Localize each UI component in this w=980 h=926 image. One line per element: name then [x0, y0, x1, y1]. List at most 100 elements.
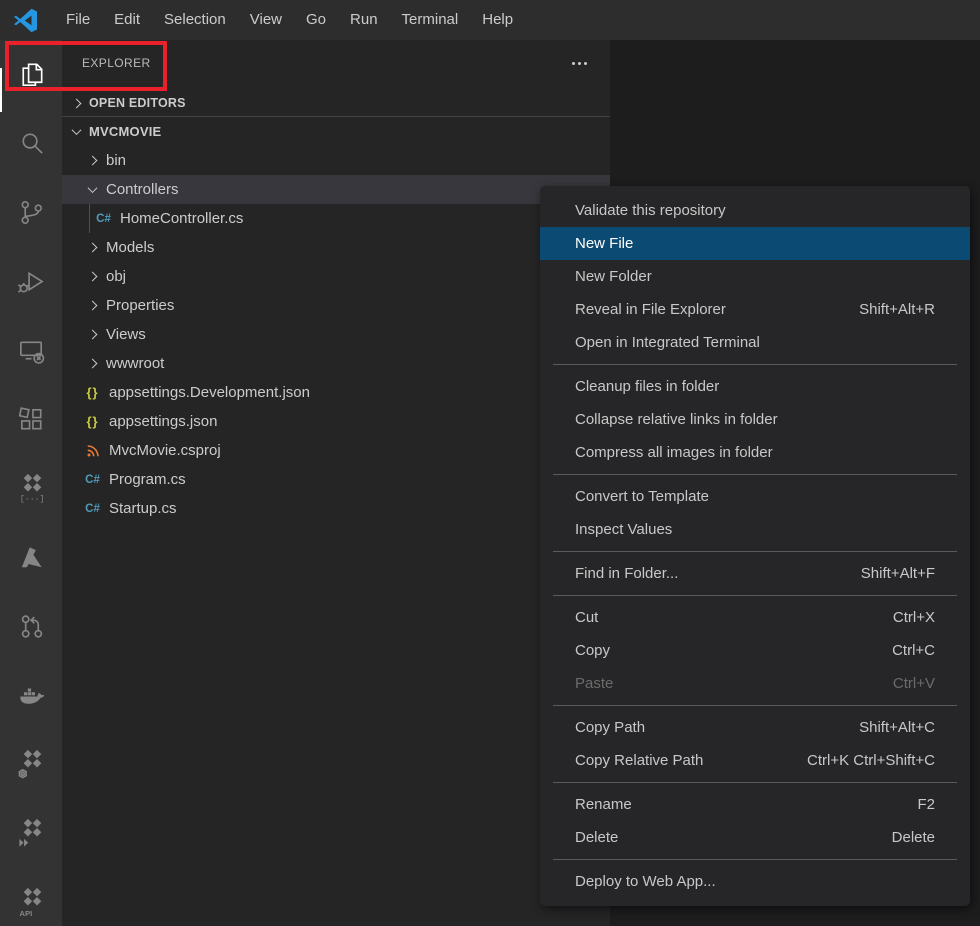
- github-pull-requests-icon: [16, 611, 47, 642]
- menubar: FileEditSelectionViewGoRunTerminalHelp: [54, 0, 525, 40]
- menu-run[interactable]: Run: [338, 0, 390, 40]
- activitybar-search[interactable]: [0, 109, 62, 178]
- search-icon: [16, 128, 47, 159]
- menu-item-label: New Folder: [575, 268, 652, 285]
- menu-item-shortcut: Shift+Alt+F: [861, 565, 935, 582]
- tree-item-views[interactable]: Views: [62, 320, 610, 349]
- tree-item-label: Views: [106, 326, 146, 343]
- tree-item-label: Properties: [106, 297, 174, 314]
- section-open-editors[interactable]: OPEN EDITORS: [62, 90, 610, 116]
- activitybar-azure-extension-chevrons[interactable]: [0, 799, 62, 868]
- tree-item-properties[interactable]: Properties: [62, 291, 610, 320]
- menu-item-copy[interactable]: CopyCtrl+C: [540, 634, 970, 667]
- remote-explorer-icon: [16, 335, 47, 366]
- activitybar-extensions[interactable]: [0, 385, 62, 454]
- menu-separator: [553, 782, 957, 783]
- tree-indent-guide: [89, 204, 90, 233]
- menu-item-shortcut: Ctrl+X: [893, 609, 935, 626]
- tree-item-controllers[interactable]: Controllers: [62, 175, 610, 204]
- menu-item-collapse-relative-links-in-folder[interactable]: Collapse relative links in folder: [540, 403, 970, 436]
- menu-item-label: Deploy to Web App...: [575, 873, 716, 890]
- activitybar-azure[interactable]: [0, 523, 62, 592]
- menu-item-find-in-folder[interactable]: Find in Folder...Shift+Alt+F: [540, 557, 970, 590]
- tree-item-appsettings-json[interactable]: {}appsettings.json: [62, 407, 610, 436]
- tree-item-label: Startup.cs: [109, 500, 177, 517]
- activitybar-azure-extension-brackets[interactable]: [···]: [0, 454, 62, 523]
- chevron-right-icon: [70, 97, 82, 109]
- menu-item-compress-all-images-in-folder[interactable]: Compress all images in folder: [540, 436, 970, 469]
- menu-help[interactable]: Help: [470, 0, 525, 40]
- menu-item-deploy-to-web-app[interactable]: Deploy to Web App...: [540, 865, 970, 898]
- menu-item-new-folder[interactable]: New Folder: [540, 260, 970, 293]
- menu-item-shortcut: Shift+Alt+C: [859, 719, 935, 736]
- menu-file[interactable]: File: [54, 0, 102, 40]
- extensions-icon: [16, 404, 47, 435]
- tree-item-label: wwwroot: [106, 355, 164, 372]
- menu-item-copy-path[interactable]: Copy Path Shift+Alt+C: [540, 711, 970, 744]
- menu-item-open-in-integrated-terminal[interactable]: Open in Integrated Terminal: [540, 326, 970, 359]
- source-control-icon: [16, 197, 47, 228]
- chevron-right-icon: [86, 242, 98, 254]
- tree-item-models[interactable]: Models: [62, 233, 610, 262]
- menu-edit[interactable]: Edit: [102, 0, 152, 40]
- tree-item-wwwroot[interactable]: wwwroot: [62, 349, 610, 378]
- menu-view[interactable]: View: [238, 0, 294, 40]
- tree-item-bin[interactable]: bin: [62, 146, 610, 175]
- menu-terminal[interactable]: Terminal: [390, 0, 471, 40]
- menu-item-rename[interactable]: RenameF2: [540, 788, 970, 821]
- tree-item-obj[interactable]: obj: [62, 262, 610, 291]
- tree-item-program-cs[interactable]: C#Program.cs: [62, 465, 610, 494]
- menu-item-shortcut: Ctrl+C: [892, 642, 935, 659]
- menu-item-label: Copy Path: [575, 719, 645, 736]
- menu-item-cut[interactable]: CutCtrl+X: [540, 601, 970, 634]
- tree-item-label: bin: [106, 152, 126, 169]
- chevron-right-icon: [86, 271, 98, 283]
- menu-item-label: Validate this repository: [575, 202, 726, 219]
- menu-item-shortcut: Ctrl+V: [893, 675, 935, 692]
- chevron-down-icon: [86, 184, 98, 196]
- menu-item-label: Convert to Template: [575, 488, 709, 505]
- json-file-icon: {}: [84, 385, 101, 400]
- menu-separator: [553, 705, 957, 706]
- menu-item-new-file[interactable]: New File: [540, 227, 970, 260]
- activitybar-source-control[interactable]: [0, 178, 62, 247]
- menu-item-copy-relative-path[interactable]: Copy Relative PathCtrl+K Ctrl+Shift+C: [540, 744, 970, 777]
- activitybar-github-pull-requests[interactable]: [0, 592, 62, 661]
- explorer-sidebar: EXPLORER OPEN EDITORS MVCMOVIE binContro…: [62, 40, 610, 926]
- menu-separator: [553, 474, 957, 475]
- activitybar-azure-extension-api[interactable]: API: [0, 868, 62, 926]
- menu-item-delete[interactable]: DeleteDelete: [540, 821, 970, 854]
- tree-item-startup-cs[interactable]: C#Startup.cs: [62, 494, 610, 523]
- azure-icon: [16, 542, 47, 573]
- menu-item-convert-to-template[interactable]: Convert to Template: [540, 480, 970, 513]
- activitybar-run-and-debug[interactable]: [0, 247, 62, 316]
- tree-item-label: appsettings.Development.json: [109, 384, 310, 401]
- menu-item-reveal-in-file-explorer[interactable]: Reveal in File ExplorerShift+Alt+R: [540, 293, 970, 326]
- section-label: OPEN EDITORS: [89, 96, 186, 110]
- activitybar-azure-extension-gear[interactable]: [0, 730, 62, 799]
- context-menu: Validate this repository New File New Fold…: [540, 186, 970, 906]
- menu-separator: [553, 595, 957, 596]
- docker-icon: [16, 680, 47, 711]
- menu-item-label: Delete: [575, 829, 618, 846]
- menu-separator: [553, 859, 957, 860]
- more-actions-button[interactable]: [568, 52, 590, 74]
- menu-item-cleanup-files-in-folder[interactable]: Cleanup files in folder: [540, 370, 970, 403]
- activitybar-remote-explorer[interactable]: [0, 316, 62, 385]
- menu-separator: [553, 551, 957, 552]
- menu-item-validate-this-repository[interactable]: Validate this repository: [540, 194, 970, 227]
- csharp-file-icon: C#: [84, 474, 101, 486]
- tree-item-homecontroller-cs[interactable]: C#HomeController.cs: [62, 204, 610, 233]
- active-view-indicator: [0, 68, 2, 112]
- menu-go[interactable]: Go: [294, 0, 338, 40]
- menu-selection[interactable]: Selection: [152, 0, 238, 40]
- menu-item-inspect-values[interactable]: Inspect Values: [540, 513, 970, 546]
- tree-item-mvcmovie-csproj[interactable]: MvcMovie.csproj: [62, 436, 610, 465]
- tree-item-appsettings-development-json[interactable]: {} appsettings.Development.json: [62, 378, 610, 407]
- chevron-right-icon: [86, 329, 98, 341]
- chevron-right-icon: [86, 358, 98, 370]
- chevron-right-icon: [86, 155, 98, 167]
- section-mvcmovie[interactable]: MVCMOVIE: [62, 116, 610, 146]
- activitybar-docker[interactable]: [0, 661, 62, 730]
- svg-text:API: API: [19, 909, 32, 918]
